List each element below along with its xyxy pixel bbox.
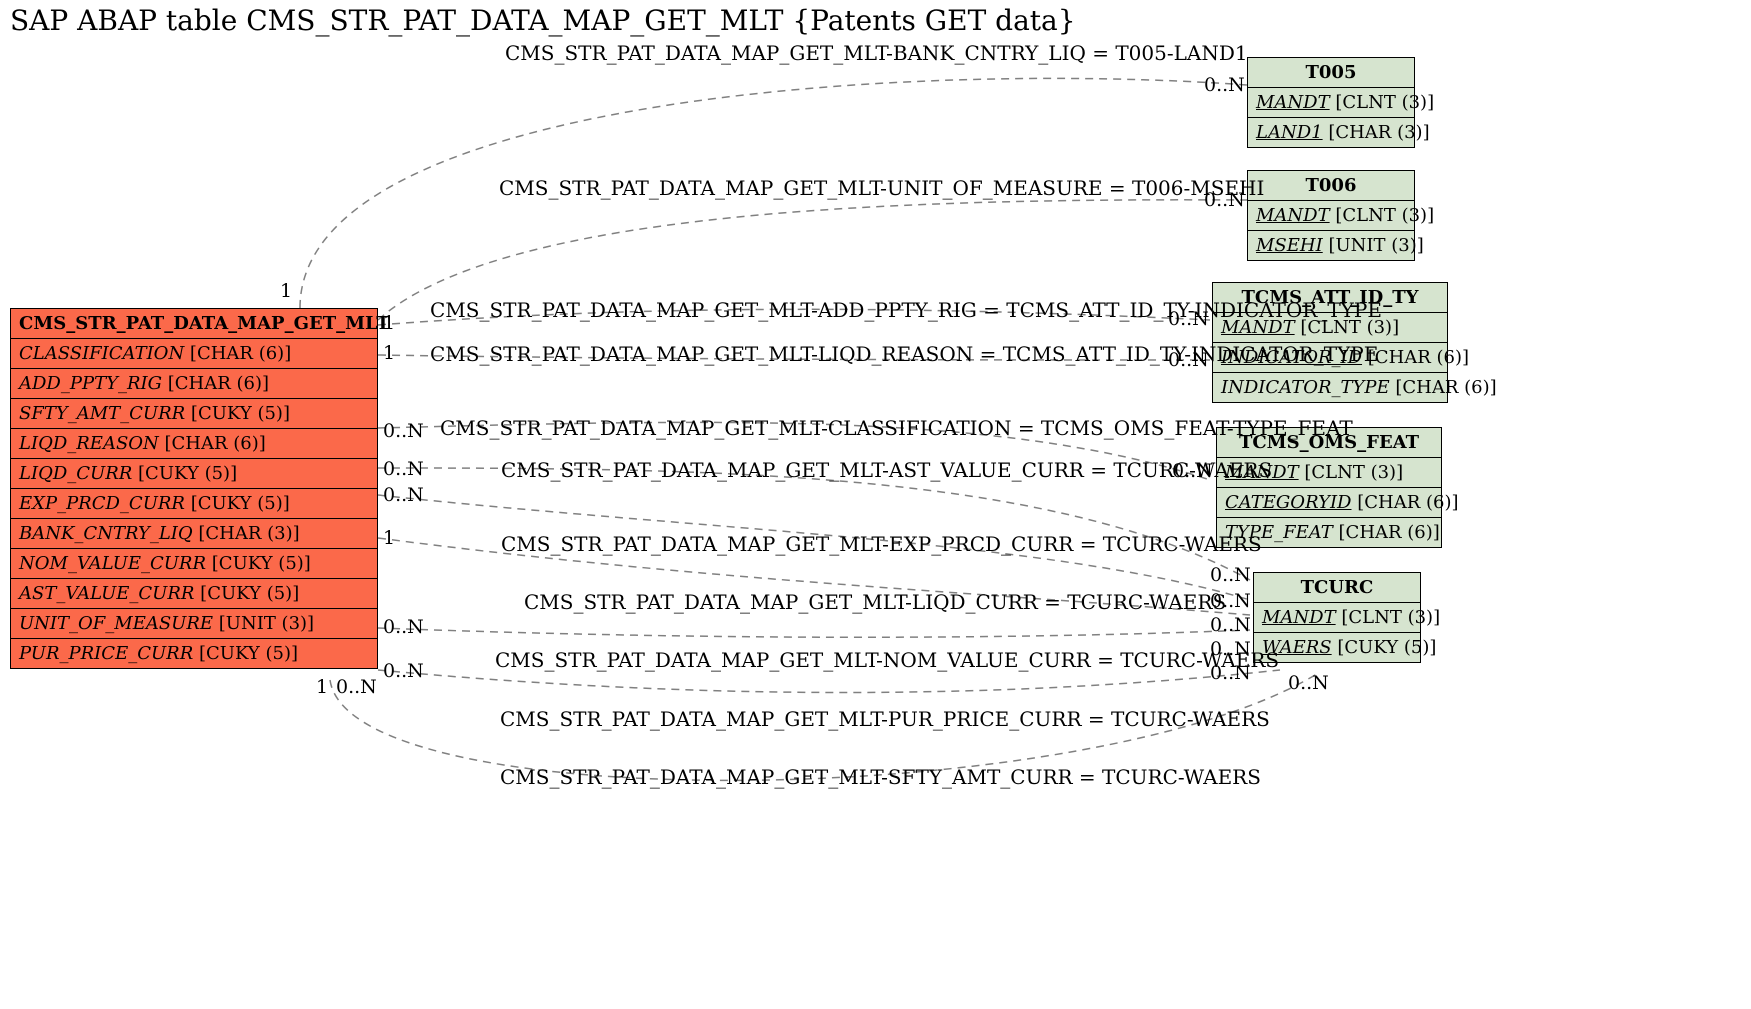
page-title: SAP ABAP table CMS_STR_PAT_DATA_MAP_GET_… xyxy=(10,4,1076,37)
rel-label: CMS_STR_PAT_DATA_MAP_GET_MLT-LIQD_CURR =… xyxy=(524,590,1226,614)
field-type: [CUKY (5)] xyxy=(1332,637,1437,658)
rel-label: CMS_STR_PAT_DATA_MAP_GET_MLT-ADD_PPTY_RI… xyxy=(430,298,1382,322)
field-name: CATEGORYID xyxy=(1225,492,1352,513)
field-name: MANDT xyxy=(1256,92,1330,113)
field-type: [UNIT (3)] xyxy=(213,613,314,634)
cardinality: 0..N xyxy=(1210,590,1251,612)
cardinality: 0..N xyxy=(1210,638,1251,660)
field-row: BANK_CNTRY_LIQ [CHAR (3)] xyxy=(11,519,377,549)
field-name: MSEHI xyxy=(1256,235,1323,256)
field-row: PUR_PRICE_CURR [CUKY (5)] xyxy=(11,639,377,668)
field-name: SFTY_AMT_CURR xyxy=(19,403,185,424)
cardinality: 0..N xyxy=(1204,189,1245,211)
cardinality: 0..N xyxy=(383,458,424,480)
field-row: UNIT_OF_MEASURE [UNIT (3)] xyxy=(11,609,377,639)
rel-label: CMS_STR_PAT_DATA_MAP_GET_MLT-SFTY_AMT_CU… xyxy=(500,765,1261,789)
field-type: [CUKY (5)] xyxy=(185,493,290,514)
entity-t006: T006 MANDT [CLNT (3)]MSEHI [UNIT (3)] xyxy=(1247,170,1415,261)
field-type: [CHAR (6)] xyxy=(184,343,291,364)
rel-label: CMS_STR_PAT_DATA_MAP_GET_MLT-AST_VALUE_C… xyxy=(501,458,1272,482)
entity-t005-header: T005 xyxy=(1248,58,1414,88)
field-name: CLASSIFICATION xyxy=(19,343,184,364)
field-type: [CHAR (6)] xyxy=(1390,377,1497,398)
field-type: [UNIT (3)] xyxy=(1323,235,1424,256)
cardinality: 0..N xyxy=(1210,662,1251,684)
field-name: ADD_PPTY_RIG xyxy=(19,373,162,394)
field-name: MANDT xyxy=(1262,607,1336,628)
field-name: BANK_CNTRY_LIQ xyxy=(19,523,193,544)
entity-main: CMS_STR_PAT_DATA_MAP_GET_MLT CLASSIFICAT… xyxy=(10,308,378,669)
field-name: UNIT_OF_MEASURE xyxy=(19,613,213,634)
field-name: LIQD_CURR xyxy=(19,463,132,484)
field-name: NOM_VALUE_CURR xyxy=(19,553,206,574)
cardinality: 0..N xyxy=(1172,460,1213,482)
rel-label: CMS_STR_PAT_DATA_MAP_GET_MLT-UNIT_OF_MEA… xyxy=(499,176,1264,200)
cardinality: 0..N xyxy=(383,616,424,638)
field-type: [CUKY (5)] xyxy=(194,583,299,604)
field-row: SFTY_AMT_CURR [CUKY (5)] xyxy=(11,399,377,429)
field-row: INDICATOR_TYPE [CHAR (6)] xyxy=(1213,373,1447,402)
entity-main-header: CMS_STR_PAT_DATA_MAP_GET_MLT xyxy=(11,309,377,339)
field-type: [CHAR (6)] xyxy=(159,433,266,454)
rel-label: CMS_STR_PAT_DATA_MAP_GET_MLT-CLASSIFICAT… xyxy=(440,416,1353,440)
field-name: PUR_PRICE_CURR xyxy=(19,643,193,664)
field-row: MANDT [CLNT (3)] xyxy=(1254,603,1420,633)
entity-tcms-oms: TCMS_OMS_FEAT MANDT [CLNT (3)]CATEGORYID… xyxy=(1216,427,1442,548)
field-type: [CLNT (3)] xyxy=(1299,462,1403,483)
cardinality: 0..N xyxy=(383,660,424,682)
rel-label: CMS_STR_PAT_DATA_MAP_GET_MLT-BANK_CNTRY_… xyxy=(505,41,1248,65)
rel-label: CMS_STR_PAT_DATA_MAP_GET_MLT-EXP_PRCD_CU… xyxy=(501,532,1262,556)
field-type: [CHAR (6)] xyxy=(162,373,269,394)
field-name: LIQD_REASON xyxy=(19,433,159,454)
cardinality: 0..N xyxy=(383,484,424,506)
field-type: [CLNT (3)] xyxy=(1330,205,1434,226)
cardinality: 1 xyxy=(316,676,328,698)
field-row: AST_VALUE_CURR [CUKY (5)] xyxy=(11,579,377,609)
field-name: INDICATOR_TYPE xyxy=(1221,377,1390,398)
field-row: CATEGORYID [CHAR (6)] xyxy=(1217,488,1441,518)
field-type: [CUKY (5)] xyxy=(206,553,311,574)
cardinality: 0..N xyxy=(1204,74,1245,96)
entity-t005: T005 MANDT [CLNT (3)]LAND1 [CHAR (3)] xyxy=(1247,57,1415,148)
field-row: LIQD_REASON [CHAR (6)] xyxy=(11,429,377,459)
cardinality: 0..N xyxy=(336,676,377,698)
field-name: EXP_PRCD_CURR xyxy=(19,493,185,514)
field-type: [CHAR (3)] xyxy=(1323,122,1430,143)
cardinality: 0..N xyxy=(1210,564,1251,586)
field-row: ADD_PPTY_RIG [CHAR (6)] xyxy=(11,369,377,399)
field-row: CLASSIFICATION [CHAR (6)] xyxy=(11,339,377,369)
cardinality: 1 xyxy=(383,527,395,549)
cardinality: 1 xyxy=(280,280,292,302)
cardinality: 0..N xyxy=(1168,308,1209,330)
cardinality: 1 xyxy=(383,312,395,334)
field-type: [CHAR (6)] xyxy=(1333,522,1440,543)
cardinality: 0..N xyxy=(1288,672,1329,694)
cardinality: 0..N xyxy=(1168,349,1209,371)
field-row: MANDT [CLNT (3)] xyxy=(1248,201,1414,231)
field-type: [CUKY (5)] xyxy=(132,463,237,484)
rel-label: CMS_STR_PAT_DATA_MAP_GET_MLT-PUR_PRICE_C… xyxy=(500,707,1270,731)
field-type: [CLNT (3)] xyxy=(1330,92,1434,113)
field-type: [CLNT (3)] xyxy=(1336,607,1440,628)
field-name: LAND1 xyxy=(1256,122,1323,143)
field-row: MSEHI [UNIT (3)] xyxy=(1248,231,1414,260)
field-type: [CUKY (5)] xyxy=(193,643,298,664)
cardinality: 0..N xyxy=(383,420,424,442)
field-type: [CHAR (6)] xyxy=(1352,492,1459,513)
entity-tcurc-header: TCURC xyxy=(1254,573,1420,603)
field-row: EXP_PRCD_CURR [CUKY (5)] xyxy=(11,489,377,519)
field-row: NOM_VALUE_CURR [CUKY (5)] xyxy=(11,549,377,579)
rel-label: CMS_STR_PAT_DATA_MAP_GET_MLT-NOM_VALUE_C… xyxy=(495,648,1279,672)
field-type: [CUKY (5)] xyxy=(185,403,290,424)
field-row: LIQD_CURR [CUKY (5)] xyxy=(11,459,377,489)
field-type: [CHAR (3)] xyxy=(193,523,300,544)
cardinality: 0..N xyxy=(1210,614,1251,636)
rel-label: CMS_STR_PAT_DATA_MAP_GET_MLT-LIQD_REASON… xyxy=(430,342,1378,366)
field-name: AST_VALUE_CURR xyxy=(19,583,194,604)
field-row: MANDT [CLNT (3)] xyxy=(1248,88,1414,118)
field-name: MANDT xyxy=(1256,205,1330,226)
cardinality: 1 xyxy=(383,342,395,364)
entity-t006-header: T006 xyxy=(1248,171,1414,201)
field-row: LAND1 [CHAR (3)] xyxy=(1248,118,1414,147)
